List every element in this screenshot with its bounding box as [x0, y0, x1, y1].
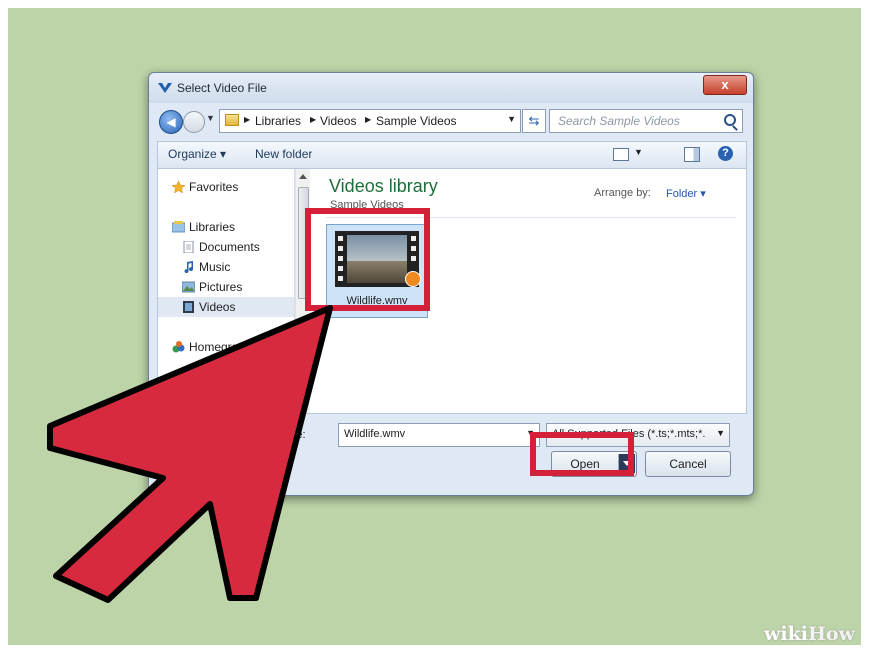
illustration-canvas: Select Video File x ◀ ▼ ▶ Libraries ▶ Vi… [8, 8, 861, 645]
watermark-how: How [807, 623, 855, 645]
wikihow-watermark: wikiHow [764, 623, 855, 645]
pointer-arrow-icon [47, 305, 333, 603]
watermark-wiki: wiki [764, 623, 808, 645]
